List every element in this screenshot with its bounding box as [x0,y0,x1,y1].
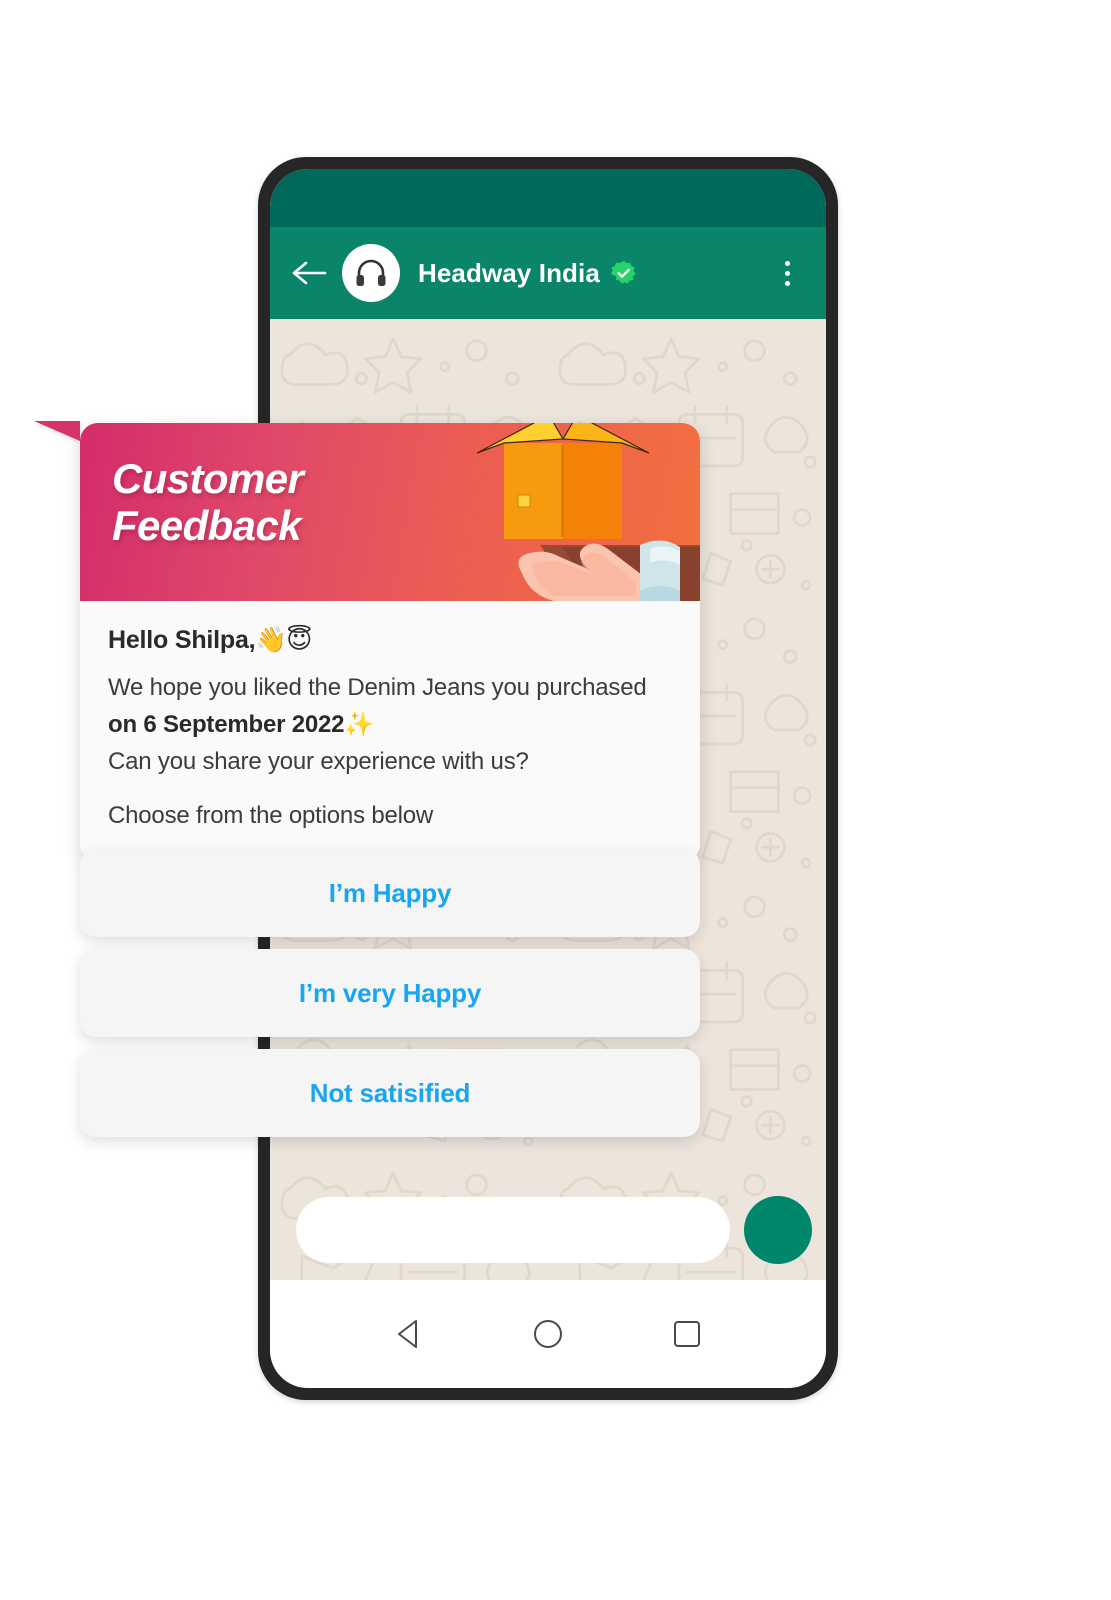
message-input[interactable] [296,1197,730,1263]
message-composer [270,1194,826,1266]
greeting-text: Hello Shilpa, [108,626,256,654]
feedback-card-banner: Customer Feedback [80,423,700,601]
feedback-paragraph-2: Choose from the options below [108,801,434,829]
nav-back-triangle-icon[interactable] [387,1312,431,1356]
feedback-card-body: Hello Shilpa,👋😇 We hope you liked the De… [80,601,700,862]
greeting-line: Hello Shilpa,👋😇 [108,625,672,655]
contact-name: Headway India [418,257,600,288]
purchase-text-lead: We hope you liked the Denim Jeans you pu… [108,674,647,701]
avatar[interactable] [342,244,400,302]
feedback-card-title: Customer Feedback [112,455,304,550]
hand-holding-open-box-icon [476,423,700,601]
headphones-icon [356,259,386,286]
bubble-tail [34,421,80,441]
feedback-paragraph-1: We hope you liked the Denim Jeans you pu… [108,669,672,781]
nav-recents-square-icon[interactable] [665,1312,709,1356]
nav-home-circle-icon[interactable] [526,1312,570,1356]
kebab-menu-icon[interactable] [770,253,804,293]
send-button-icon[interactable] [744,1196,812,1264]
whatsapp-chat-header: Headway India [270,227,826,319]
experience-question: Can you share your experience with us? [108,748,529,776]
quick-reply-list: I’m Happy I’m very Happy Not satisified [80,849,700,1137]
reply-option-happy[interactable]: I’m Happy [80,849,700,937]
customer-feedback-card: Customer Feedback Hello Shilpa,👋😇 We hop… [34,421,700,862]
purchase-date: on 6 September 2022 [108,711,345,739]
reply-option-very-happy[interactable]: I’m very Happy [80,949,700,1037]
status-bar [270,169,826,227]
reply-option-not-satisfied[interactable]: Not satisified [80,1049,700,1137]
verified-badge-icon [610,260,636,284]
back-arrow-icon[interactable] [290,253,330,293]
greeting-emojis: 👋😇 [255,625,313,654]
android-navigation-bar [270,1280,826,1388]
sparkles-emoji: ✨ [344,710,374,739]
